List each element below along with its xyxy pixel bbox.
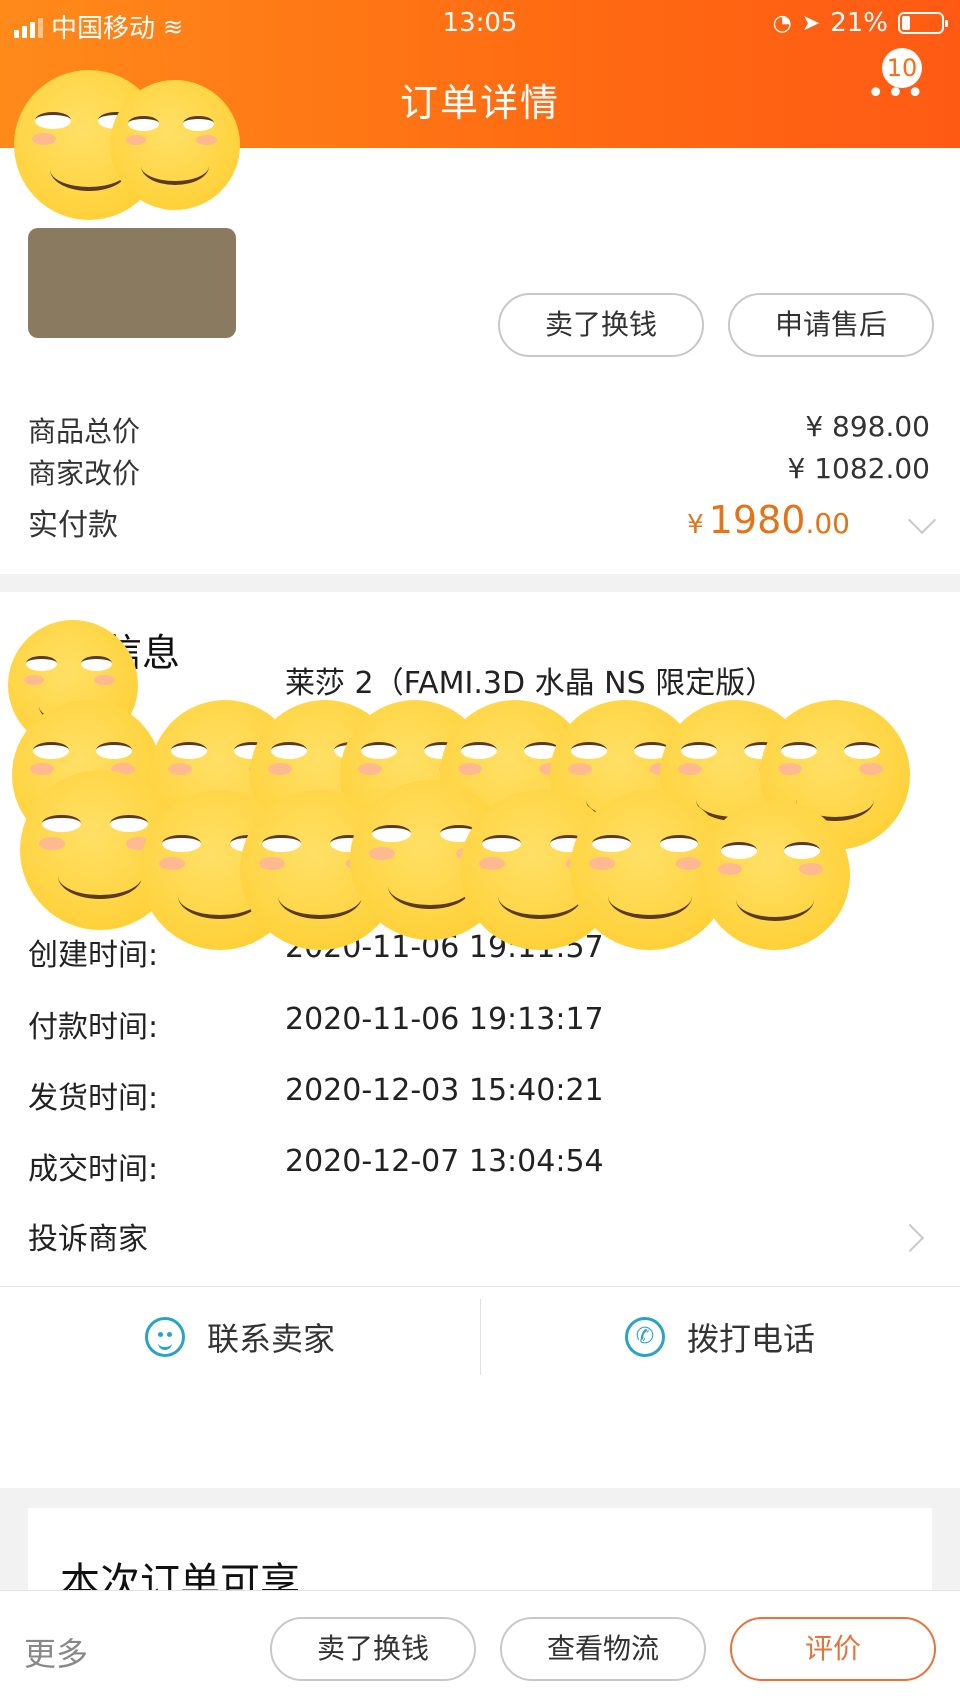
battery-fill: [902, 16, 910, 30]
emoji-sticker: [700, 800, 850, 950]
more-dots-icon[interactable]: •••: [867, 79, 926, 109]
location-arrow-icon: ➤: [801, 10, 821, 36]
rotation-lock-icon: ◔: [772, 10, 792, 36]
goods-total-value: ¥ 898.00: [805, 410, 930, 443]
more-link[interactable]: 更多: [24, 1629, 88, 1675]
paid-decimal: .00: [805, 507, 850, 540]
paid-amount: ¥ 1980.00: [687, 498, 850, 542]
paid-integer: 1980: [708, 498, 806, 542]
product-name-value: 莱莎 2（FAMI.3D 水晶 NS 限定版）: [285, 666, 776, 701]
sell-for-cash-button-bottom[interactable]: 卖了换钱: [270, 1617, 476, 1681]
contact-seller-label: 联系卖家: [206, 1320, 335, 1358]
product-section: 卖了换钱 申请售后 商品总价 ¥ 898.00 商家改价 ¥ 1082.00 实…: [0, 148, 960, 574]
paid-time-value: 2020-11-06 19:13:17: [285, 1002, 604, 1037]
battery-icon: [898, 12, 948, 34]
status-bar: 中国移动 ≋ 13:05 ◔ ➤ 21%: [0, 0, 960, 46]
deal-time-value: 2020-12-07 13:04:54: [285, 1144, 604, 1179]
sell-for-cash-button[interactable]: 卖了换钱: [498, 293, 704, 357]
product-thumbnail[interactable]: [28, 228, 236, 338]
goods-total-label: 商品总价: [28, 415, 141, 448]
shipped-time-label: 发货时间:: [28, 1081, 159, 1116]
paid-currency: ¥: [687, 510, 704, 540]
complain-merchant-link[interactable]: 投诉商家: [28, 1214, 148, 1258]
call-phone-label: 拨打电话: [686, 1320, 815, 1358]
chevron-right-icon[interactable]: [895, 1223, 925, 1253]
paid-label: 实付款: [28, 508, 118, 543]
contact-seller-button[interactable]: 联系卖家: [0, 1287, 480, 1387]
contact-bar: 联系卖家 ✆ 拨打电话: [0, 1287, 960, 1387]
deal-time-label: 成交时间:: [28, 1152, 159, 1187]
phone-icon: ✆: [624, 1317, 665, 1357]
chevron-down-icon[interactable]: [907, 505, 937, 535]
paid-time-label: 付款时间:: [28, 1010, 159, 1045]
battery-percent: 21%: [830, 8, 888, 38]
status-right: ◔ ➤ 21%: [772, 8, 948, 38]
chat-face-icon: [144, 1317, 185, 1357]
merchant-adjust-label: 商家改价: [28, 457, 141, 490]
after-sale-button[interactable]: 申请售后: [728, 293, 934, 357]
created-time-label: 创建时间:: [28, 938, 159, 973]
merchant-adjust-value: ¥ 1082.00: [787, 452, 930, 485]
shipped-time-value: 2020-12-03 15:40:21: [285, 1073, 604, 1108]
call-phone-button[interactable]: ✆ 拨打电话: [480, 1287, 960, 1387]
view-logistics-button[interactable]: 查看物流: [500, 1617, 706, 1681]
bottom-action-bar: 更多 卖了换钱 查看物流 评价: [0, 1590, 960, 1708]
review-button[interactable]: 评价: [730, 1617, 936, 1681]
emoji-sticker: [110, 80, 240, 210]
